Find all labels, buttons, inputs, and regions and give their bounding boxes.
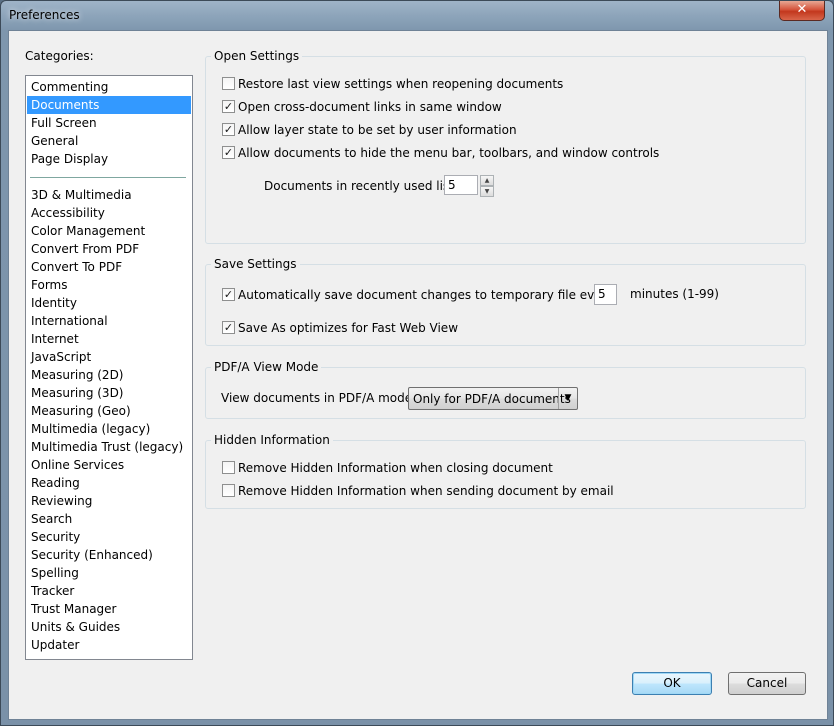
cross-doc-links-checkbox[interactable]: ✓: [222, 100, 235, 113]
category-item[interactable]: Security (Enhanced): [27, 546, 191, 564]
category-item[interactable]: Security: [27, 528, 191, 546]
category-item[interactable]: 3D & Multimedia: [27, 186, 191, 204]
autosave-label: Automatically save document changes to t…: [238, 288, 617, 302]
pdfa-title: PDF/A View Mode: [211, 359, 322, 375]
recent-list-input[interactable]: 5: [444, 175, 478, 195]
preferences-window: Preferences ✕ Categories: Commenting Docu…: [0, 0, 834, 726]
category-item[interactable]: Accessibility: [27, 204, 191, 222]
hide-menu-checkbox[interactable]: ✓: [222, 146, 235, 159]
category-item[interactable]: Measuring (Geo): [27, 402, 191, 420]
categories-separator: [30, 177, 186, 178]
category-item[interactable]: Full Screen: [27, 114, 191, 132]
category-item[interactable]: Identity: [27, 294, 191, 312]
category-item[interactable]: Spelling: [27, 564, 191, 582]
categories-list[interactable]: Commenting Documents Full Screen General Pag…: [25, 75, 193, 660]
category-item[interactable]: Online Services: [27, 456, 191, 474]
categories-label: Categories:: [25, 49, 94, 63]
category-item[interactable]: Forms: [27, 276, 191, 294]
category-item[interactable]: Convert To PDF: [27, 258, 191, 276]
recent-list-spinner: ▲ ▼: [480, 175, 494, 197]
spin-up-icon[interactable]: ▲: [480, 175, 494, 186]
hidden-info-title: Hidden Information: [211, 432, 333, 448]
category-item[interactable]: Internet: [27, 330, 191, 348]
close-button[interactable]: ✕: [779, 1, 825, 21]
hidden-on-close-label: Remove Hidden Information when closing d…: [238, 461, 553, 475]
pdfa-mode-select[interactable]: Only for PDF/A documents ▼: [408, 387, 578, 410]
layer-state-label: Allow layer state to be set by user info…: [238, 123, 517, 137]
category-item[interactable]: Convert From PDF: [27, 240, 191, 258]
category-item[interactable]: JavaScript: [27, 348, 191, 366]
category-item[interactable]: Page Display: [27, 150, 191, 168]
pdfa-mode-value: Only for PDF/A documents: [413, 392, 571, 406]
cross-doc-links-label: Open cross-document links in same window: [238, 100, 502, 114]
pdfa-mode-label: View documents in PDF/A mode:: [221, 391, 417, 405]
restore-last-view-checkbox[interactable]: [222, 77, 235, 90]
category-item[interactable]: Measuring (2D): [27, 366, 191, 384]
save-settings-group: Save Settings ✓ Automatically save docum…: [205, 256, 806, 346]
autosave-checkbox[interactable]: ✓: [222, 288, 235, 301]
recent-list-label: Documents in recently used list:: [264, 179, 458, 193]
category-item[interactable]: Measuring (3D): [27, 384, 191, 402]
category-item[interactable]: Multimedia Trust (legacy): [27, 438, 191, 456]
hidden-on-close-checkbox[interactable]: [222, 461, 235, 474]
category-item[interactable]: Color Management: [27, 222, 191, 240]
pdfa-group: PDF/A View Mode View documents in PDF/A …: [205, 359, 806, 419]
category-item[interactable]: Commenting: [27, 78, 191, 96]
category-item[interactable]: Multimedia (legacy): [27, 420, 191, 438]
restore-last-view-label: Restore last view settings when reopenin…: [238, 77, 564, 91]
category-item[interactable]: International: [27, 312, 191, 330]
category-item[interactable]: Documents: [27, 96, 191, 114]
cancel-button[interactable]: Cancel: [728, 672, 806, 695]
category-item[interactable]: Reviewing: [27, 492, 191, 510]
dialog-body: Categories: Commenting Documents Full Scre…: [8, 30, 828, 720]
category-item[interactable]: Trust Manager: [27, 600, 191, 618]
category-item[interactable]: Units & Guides: [27, 618, 191, 636]
hidden-on-send-checkbox[interactable]: [222, 484, 235, 497]
minutes-suffix: minutes (1-99): [630, 287, 719, 301]
category-item[interactable]: Search: [27, 510, 191, 528]
ok-button[interactable]: OK: [632, 672, 712, 695]
category-item[interactable]: General: [27, 132, 191, 150]
hidden-on-send-label: Remove Hidden Information when sending d…: [238, 484, 614, 498]
window-title: Preferences: [9, 8, 80, 22]
category-item[interactable]: Reading: [27, 474, 191, 492]
title-bar[interactable]: Preferences ✕: [1, 1, 833, 29]
category-item[interactable]: Tracker: [27, 582, 191, 600]
layer-state-checkbox[interactable]: ✓: [222, 123, 235, 136]
autosave-minutes-input[interactable]: 5: [594, 284, 617, 305]
open-settings-title: Open Settings: [211, 48, 303, 64]
fast-web-view-checkbox[interactable]: ✓: [222, 321, 235, 334]
fast-web-view-label: Save As optimizes for Fast Web View: [238, 321, 459, 335]
hide-menu-label: Allow documents to hide the menu bar, to…: [238, 146, 660, 160]
close-icon: ✕: [796, 2, 808, 17]
open-settings-group: Open Settings Restore last view settings…: [205, 48, 806, 244]
save-settings-title: Save Settings: [211, 256, 300, 272]
spin-down-icon[interactable]: ▼: [480, 186, 494, 197]
hidden-info-group: Hidden Information Remove Hidden Informa…: [205, 432, 806, 509]
category-item[interactable]: Updater: [27, 636, 191, 654]
chevron-down-icon: ▼: [558, 388, 577, 409]
